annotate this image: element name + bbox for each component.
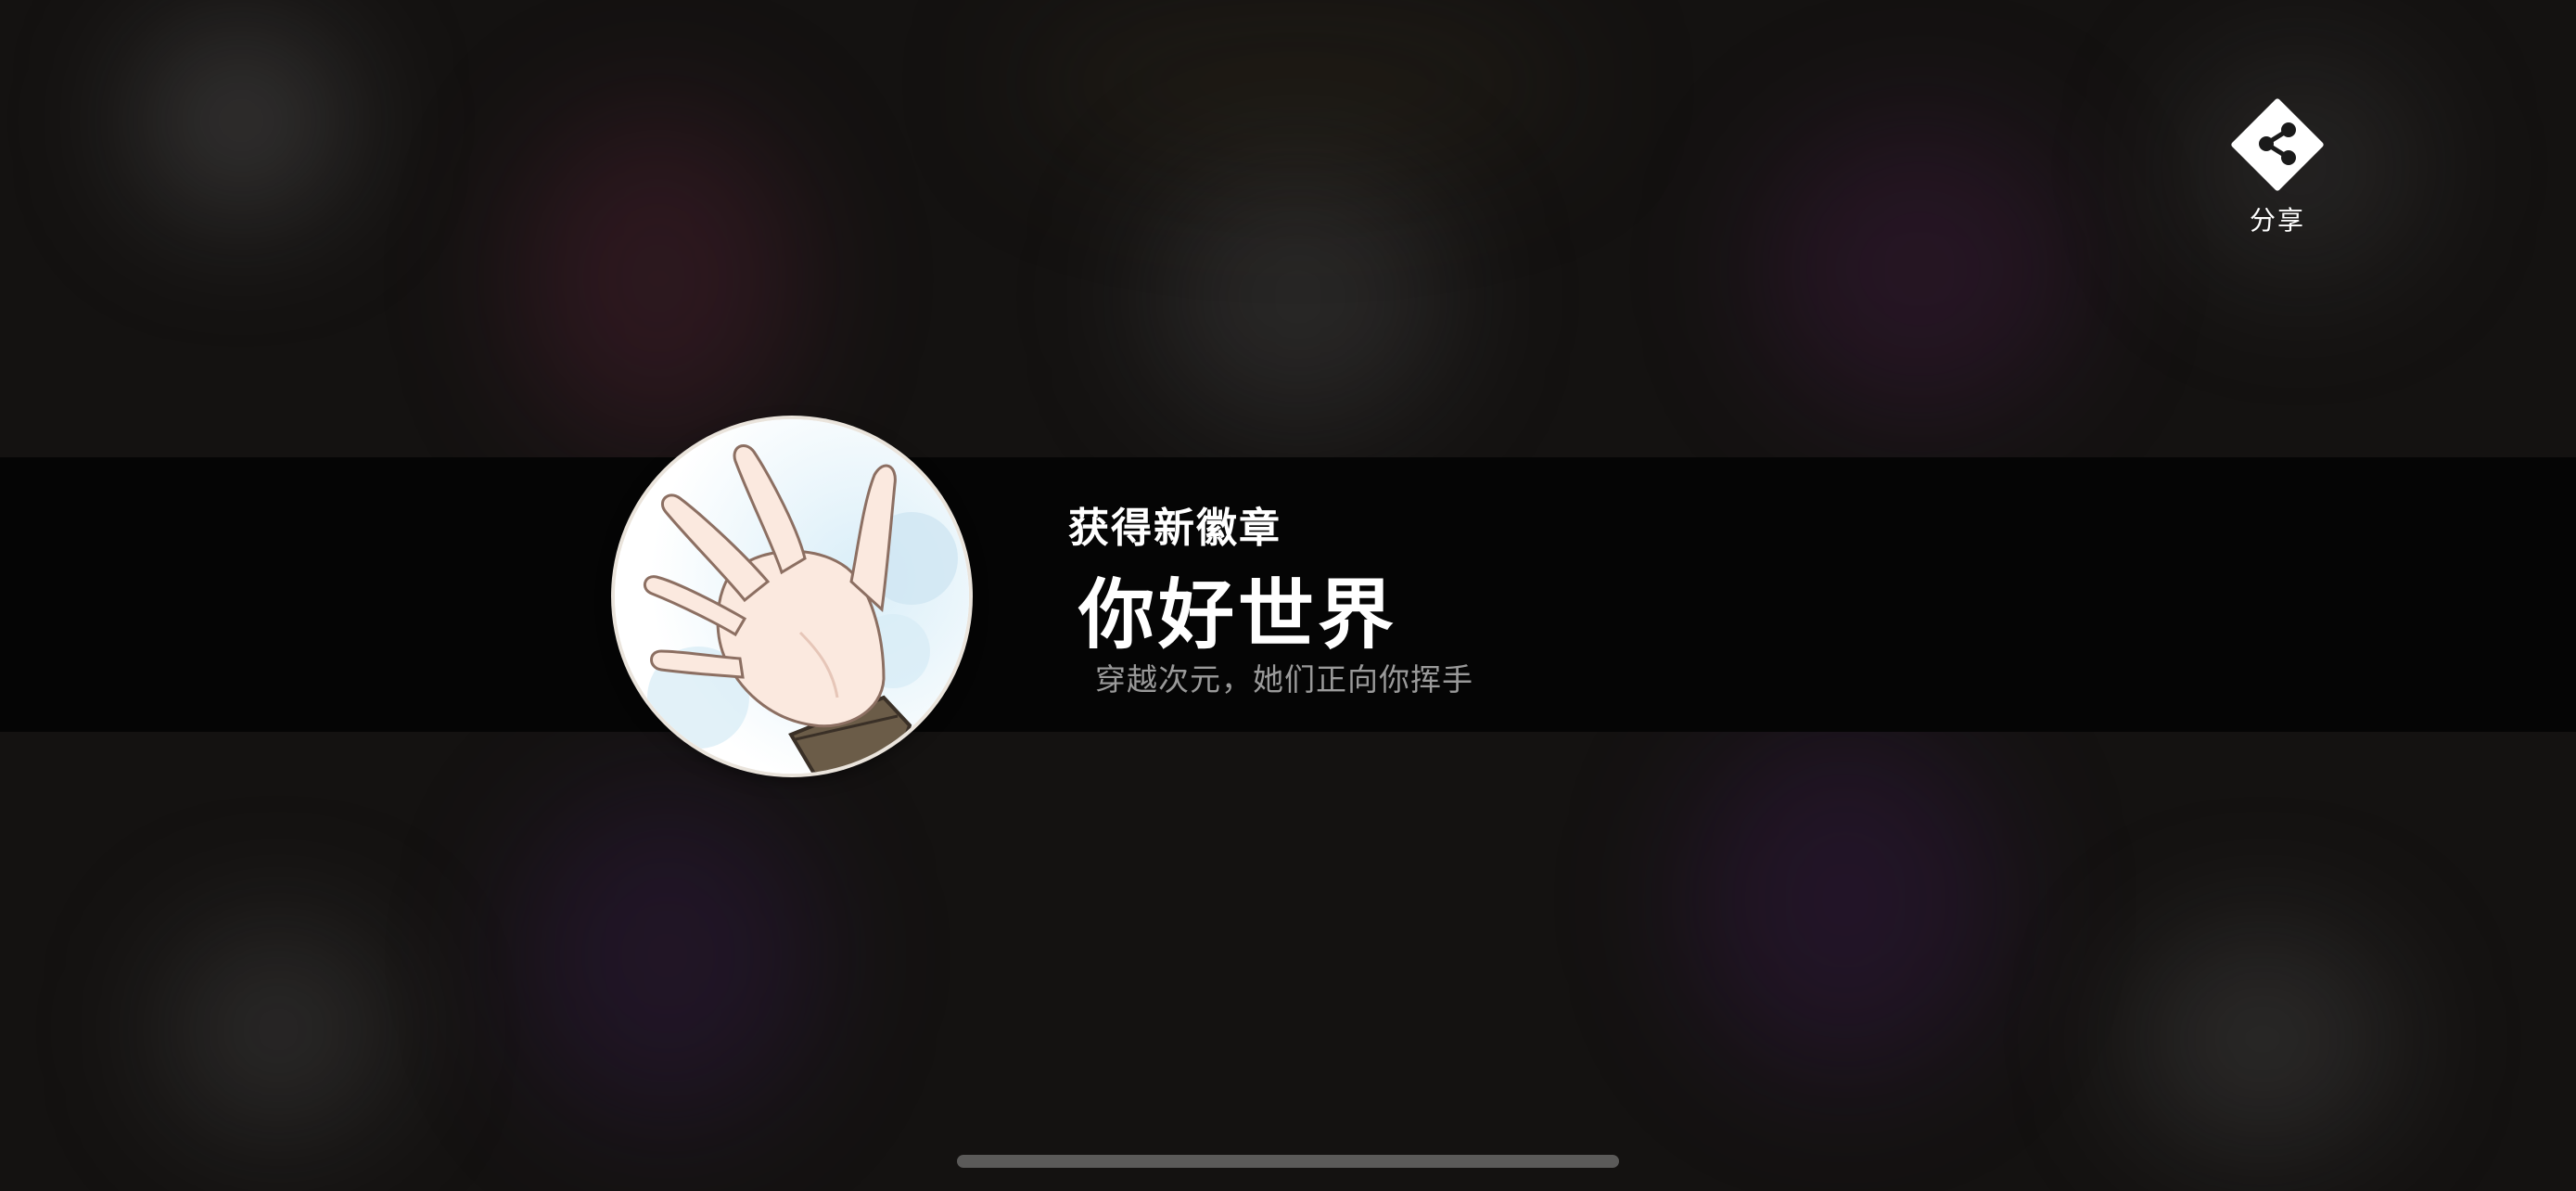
share-button[interactable]: 分享 [2213, 91, 2342, 239]
badge-medal [615, 419, 969, 774]
waving-hand-icon [615, 419, 969, 774]
badge-title: 你好世界 [1078, 571, 1398, 660]
share-icon [2231, 98, 2324, 191]
badge-eyebrow: 获得新徽章 [1068, 505, 1282, 552]
badge-description: 穿越次元，她们正向你挥手 [1095, 661, 1473, 698]
home-indicator[interactable] [957, 1155, 1619, 1168]
share-label: 分享 [2249, 205, 2305, 236]
